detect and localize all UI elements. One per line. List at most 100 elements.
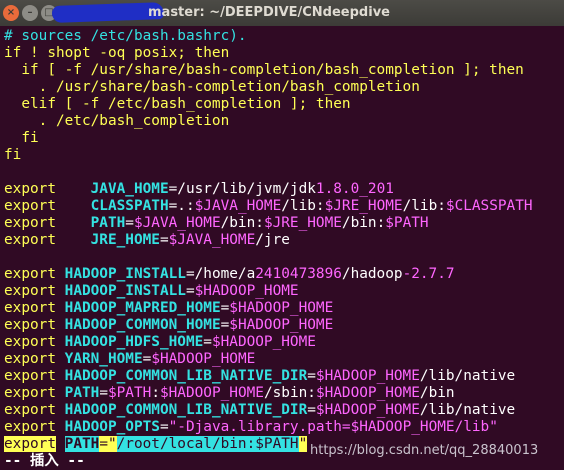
value-token: 1.8.0_201 [315,181,394,197]
value-token: = [159,232,169,248]
code-line: . /etc/bash_completion [4,113,230,130]
value-token: = [185,283,195,299]
value-token: $HADOOP_HOME [229,317,334,333]
value-token: $HADOOP_HOME [211,334,316,350]
variable-name: HADOOP_INSTALL [64,266,186,282]
value-token: /lib: [281,198,325,214]
value-token: /root/local/bin: [116,436,256,452]
export-line: export HADOOP_INSTALL=$HADOOP_HOME [4,283,299,300]
export-keyword: export [4,300,56,316]
value-token: $CLASSPATH [445,198,533,214]
value-token: "-Djava.library.path= [168,419,351,435]
value-token: = [203,334,212,350]
value-token: /jre [255,232,290,248]
variable-name: HADOOP_COMMON_LIB_NATIVE_DIR [64,368,308,384]
minimize-button[interactable]: – [22,5,38,21]
terminal-window: × – □ master: ~/DEEPDIVE/CNdeepdive # so… [0,0,564,470]
code-line: elif [ -f /etc/bash_completion ]; then [4,96,350,113]
export-line: export HADOOP_INSTALL=/home/a2410473896/… [4,266,455,283]
value-token: =.: [168,198,195,214]
value-token: $HADOOP_HOME [151,351,256,367]
value-token: = [220,300,230,316]
variable-name: PATH [64,385,100,401]
export-line: export PATH=$JAVA_HOME/bin:$JRE_HOME/bin… [4,215,429,232]
value-token: $HADOOP_HOME [315,402,420,418]
value-token: = [307,368,316,384]
window-controls: × – □ [3,5,57,21]
value-token: /sbin: [263,385,316,401]
value-token: = [142,351,152,367]
code-text: if ! shopt -oq posix; then [4,45,230,61]
export-line: export HADOOP_OPTS="-Djava.library.path=… [4,419,498,436]
value-token: = [125,215,134,231]
export-keyword: export [4,351,56,367]
value-token: /lib/native [419,402,516,418]
value-token: $HADOOP_HOME [315,368,420,384]
export-keyword: export [4,181,56,197]
value-token: " [298,436,308,452]
value-token: $JRE_HOME [324,198,403,214]
code-line: fi [4,130,39,147]
export-keyword: export [4,402,56,418]
title-bar: × – □ master: ~/DEEPDIVE/CNdeepdive [0,0,564,26]
variable-name: YARN_HOME [64,351,143,367]
export-line: export JAVA_HOME=/usr/lib/jvm/jdk1.8.0_2… [4,181,394,198]
export-keyword: export [4,368,56,384]
value-token: $HADOOP_HOME [194,283,299,299]
export-line: export HADOOP_COMMON_HOME=$HADOOP_HOME [4,317,333,334]
insert-mode-indicator: -- 插入 -- [4,453,85,469]
value-token: =/usr/lib/jvm/jdk [168,181,316,197]
code-text: # sources /etc/bash.bashrc). [4,28,247,44]
value-token: $HADOOP_HOME [315,385,420,401]
terminal-editor[interactable]: # sources /etc/bash.bashrc). if ! shopt -… [0,26,564,470]
value-token: -2.7.7 [402,266,455,282]
code-line: fi [4,147,21,164]
export-line: export JRE_HOME=$JAVA_HOME/jre [4,232,290,249]
export-keyword: export [4,198,56,214]
variable-name: HADOOP_COMMON_HOME [64,317,221,333]
value-token: $PATH [255,436,299,452]
variable-name: HADOOP_COMMON_LIB_NATIVE_DIR [64,402,308,418]
value-token: = [307,402,316,418]
variable-name: PATH [90,215,126,231]
value-token: $JRE_HOME [263,215,342,231]
export-line: export HADOOP_COMMON_LIB_NATIVE_DIR=$HAD… [4,402,515,419]
export-line: export HADOOP_HDFS_HOME=$HADOOP_HOME [4,334,316,351]
vim-mode-line: -- 插入 -- [4,453,85,470]
value-token: : [151,385,160,401]
value-token: /lib" [454,419,498,435]
value-token: = [220,317,230,333]
export-keyword: export [4,232,56,248]
variable-name: JRE_HOME [90,232,160,248]
code-line: if [ -f /usr/share/bash-completion/bash_… [4,62,524,79]
value-token: $JAVA_HOME [168,232,256,248]
value-token: $JAVA_HOME [194,198,282,214]
value-token: = [99,385,108,401]
close-button[interactable]: × [3,5,19,21]
value-token: /hadoop [341,266,403,282]
variable-name: PATH [64,436,100,452]
code-text: fi [4,130,39,146]
code-text: . /etc/bash_completion [4,113,230,129]
value-token: $PATH [385,215,429,231]
variable-name: JAVA_HOME [90,181,169,197]
code-line: # sources /etc/bash.bashrc). [4,28,247,45]
variable-name: HADOOP_HDFS_HOME [64,334,204,350]
value-token: $JAVA_HOME [133,215,221,231]
export-keyword: export [4,334,56,350]
export-keyword: export [4,317,56,333]
value-token: /bin: [220,215,264,231]
variable-name: HADOOP_INSTALL [64,283,186,299]
value-token: /bin: [341,215,386,231]
